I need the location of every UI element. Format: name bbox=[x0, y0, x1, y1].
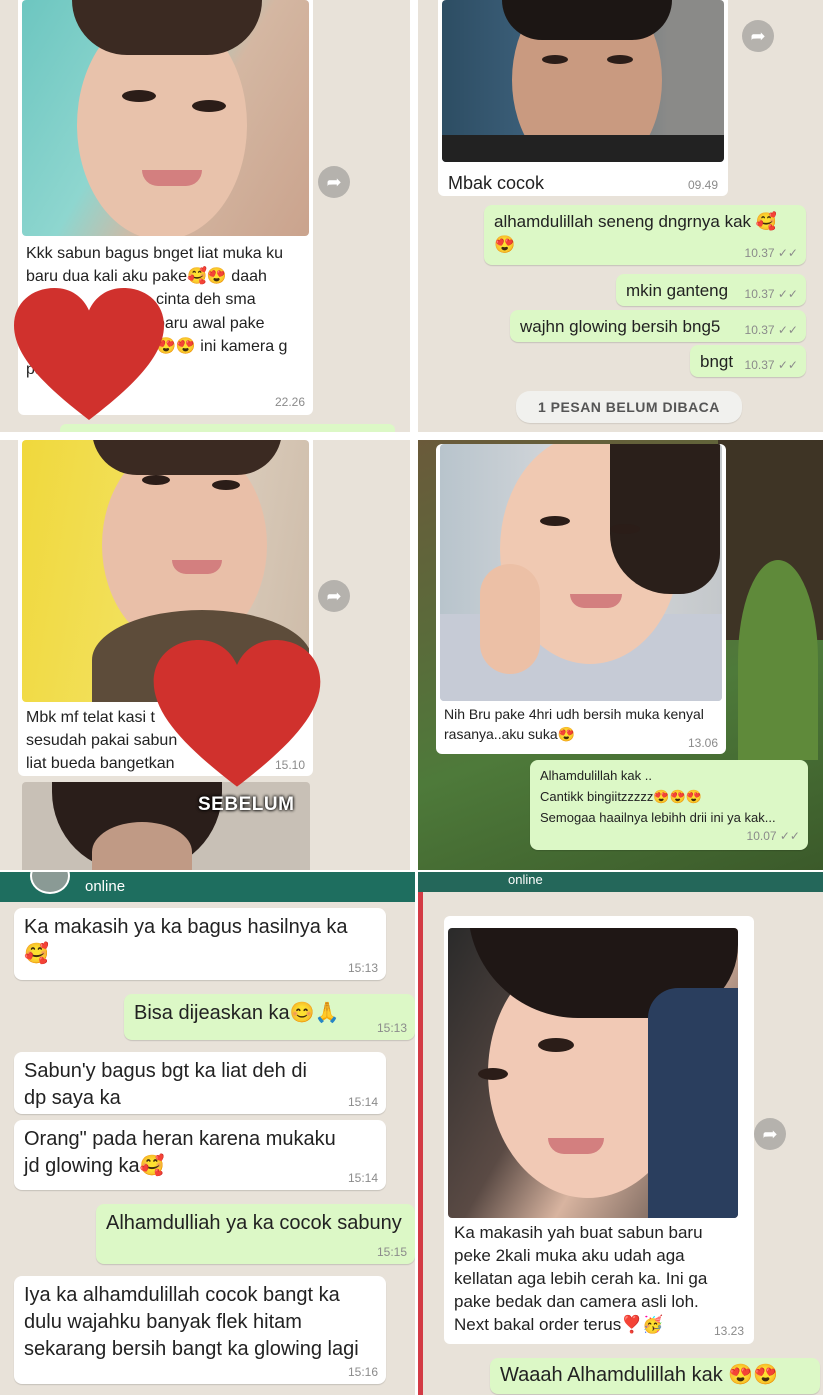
message-time: 15:14 bbox=[347, 1170, 378, 1185]
chat-bubble-out[interactable]: wajhn glowing bersih bng5 10.37 ✓✓ bbox=[510, 310, 806, 342]
message-text: Orang" pada heran karena mukaku jd glowi… bbox=[24, 1128, 336, 1177]
caption-line: rasanya..aku suka😍 bbox=[444, 726, 576, 743]
bubble-edge bbox=[60, 424, 395, 432]
unread-messages-badge: 1 PESAN BELUM DIBACA bbox=[516, 391, 742, 423]
chat-bubble-in[interactable]: Iya ka alhamdulillah cocok bangt ka dulu… bbox=[14, 1276, 386, 1384]
chat-bubble-in[interactable]: Sabun'y bagus bgt ka liat deh di dp saya… bbox=[14, 1052, 386, 1114]
avatar[interactable] bbox=[30, 872, 70, 894]
caption-line: pake bedak dan camera asli loh. bbox=[454, 1291, 699, 1311]
message-time: 15:15 bbox=[376, 1244, 407, 1259]
message-text: Iya ka alhamdulillah cocok bangt ka dulu… bbox=[24, 1284, 359, 1360]
chat-bubble-out[interactable]: Bisa dijeaskan ka😊🙏 15:13 bbox=[124, 994, 415, 1040]
chat-header[interactable]: online bbox=[418, 872, 823, 892]
message-text: Bisa dijeaskan ka😊🙏 bbox=[134, 1002, 340, 1024]
message-text: Waaah Alhamdulillah kak 😍😍 bbox=[500, 1364, 779, 1386]
contact-status: online bbox=[85, 878, 126, 895]
chat-bubble-out[interactable]: Alhamdulliah ya ka cocok sabuny 15:15 bbox=[96, 1204, 415, 1264]
contact-status: online bbox=[508, 872, 543, 887]
image-caption: Nih Bru pake 4hri udh bersih muka kenyal… bbox=[444, 704, 704, 745]
photo-man[interactable] bbox=[442, 0, 724, 162]
chat-bubble-in[interactable]: Orang" pada heran karena mukaku jd glowi… bbox=[14, 1120, 386, 1190]
heart-sticker bbox=[14, 288, 164, 420]
panel-4: Nih Bru pake 4hri udh bersih muka kenyal… bbox=[418, 440, 823, 870]
message-line: Cantikk bingiitzzzzz😍😍😍 bbox=[540, 788, 702, 804]
message-text: Sabun'y bagus bgt ka liat deh di dp saya… bbox=[24, 1060, 307, 1109]
caption-line: Ka makasih yah buat sabun baru bbox=[454, 1223, 703, 1242]
message-time: 09.49 bbox=[687, 178, 718, 192]
caption-line: peke 2kali muka aku udah aga bbox=[454, 1245, 685, 1265]
panel-1: Kkk sabun bagus bnget liat muka ku baru … bbox=[0, 0, 410, 432]
message-time: 22.26 bbox=[274, 395, 305, 409]
forward-icon[interactable]: ➦ bbox=[754, 1118, 786, 1150]
chat-header[interactable]: online bbox=[0, 872, 415, 902]
message-time: 10.07 ✓✓ bbox=[746, 828, 800, 843]
message-time: 13.06 bbox=[687, 736, 718, 750]
caption-line: Kkk sabun bagus bnget liat muka ku bbox=[26, 245, 284, 262]
message-text: wajhn glowing bersih bng5 bbox=[520, 317, 721, 336]
forward-icon[interactable]: ➦ bbox=[318, 580, 350, 612]
photo-woman-1[interactable] bbox=[22, 0, 309, 236]
image-message-card: Nih Bru pake 4hri udh bersih muka kenyal… bbox=[436, 444, 726, 754]
chat-bubble-out[interactable]: Waaah Alhamdulillah kak 😍😍 bbox=[490, 1358, 820, 1394]
forward-icon[interactable]: ➦ bbox=[742, 20, 774, 52]
chat-bubble-out[interactable]: bngt 10.37 ✓✓ bbox=[690, 345, 806, 377]
image-caption: Mbak cocok bbox=[448, 173, 545, 193]
forward-icon[interactable]: ➦ bbox=[318, 166, 350, 198]
message-text: alhamdulillah seneng dngrnya kak 🥰😍 bbox=[494, 212, 777, 254]
message-text: mkin ganteng bbox=[626, 281, 729, 300]
message-time: 15:13 bbox=[376, 1020, 407, 1035]
message-line: Alhamdulillah kak .. bbox=[540, 768, 652, 783]
message-time: 13.23 bbox=[713, 1324, 744, 1338]
message-text: bngt bbox=[700, 352, 734, 371]
message-time: 10.37 ✓✓ bbox=[744, 357, 798, 372]
before-label: SEBELUM bbox=[198, 794, 295, 815]
chat-bubble-in[interactable]: Ka makasih ya ka bagus hasilnya ka 🥰 15:… bbox=[14, 908, 386, 980]
caption-line: kellatan aga lebih cerah ka. Ini ga bbox=[454, 1268, 708, 1288]
caption-line: baru dua kali aku pake🥰😍 daah bbox=[26, 268, 267, 286]
photo-woman-3[interactable] bbox=[440, 444, 722, 701]
message-time: 10.37 ✓✓ bbox=[744, 245, 798, 260]
caption-line: Nih Bru pake 4hri udh bersih muka kenyal bbox=[444, 706, 704, 722]
message-time: 15:14 bbox=[347, 1094, 378, 1109]
divider bbox=[418, 872, 423, 1395]
panel-3: Mbk mf telat kasi t sesudah pakai sabun … bbox=[0, 440, 410, 870]
panel-2: Mbak cocok 09.49 ➦ alhamdulillah seneng … bbox=[418, 0, 823, 432]
image-caption: Ka makasih yah buat sabun baru peke 2kal… bbox=[454, 1222, 707, 1337]
chat-bubble-out[interactable]: Alhamdulillah kak .. Cantikk bingiitzzzz… bbox=[530, 760, 808, 850]
panel-6: online Ka makasih yah buat sabun baru pe… bbox=[418, 872, 823, 1395]
chat-bubble-out[interactable]: mkin ganteng 10.37 ✓✓ bbox=[616, 274, 806, 306]
message-text: Alhamdulliah ya ka cocok sabuny bbox=[106, 1212, 402, 1234]
image-message-card: Mbak cocok 09.49 bbox=[438, 0, 728, 196]
panel-5: online Ka makasih ya ka bagus hasilnya k… bbox=[0, 872, 415, 1395]
heart-sticker bbox=[153, 640, 321, 787]
message-time: 10.37 ✓✓ bbox=[744, 322, 798, 337]
message-time: 10.37 ✓✓ bbox=[744, 286, 798, 301]
image-message-card: Ka makasih yah buat sabun baru peke 2kal… bbox=[444, 916, 754, 1344]
chat-bubble-out[interactable]: alhamdulillah seneng dngrnya kak 🥰😍 10.3… bbox=[484, 205, 806, 265]
caption-line: Next bakal order terus❣️🥳 bbox=[454, 1314, 664, 1334]
message-time: 15:13 bbox=[347, 960, 378, 975]
background-plant bbox=[738, 560, 818, 760]
photo-woman-4[interactable] bbox=[448, 928, 738, 1218]
message-text: Ka makasih ya ka bagus hasilnya ka 🥰 bbox=[24, 916, 348, 965]
message-line: Semogaa haailnya lebihh drii ini ya kak.… bbox=[540, 809, 776, 825]
message-time: 15:16 bbox=[347, 1364, 378, 1379]
